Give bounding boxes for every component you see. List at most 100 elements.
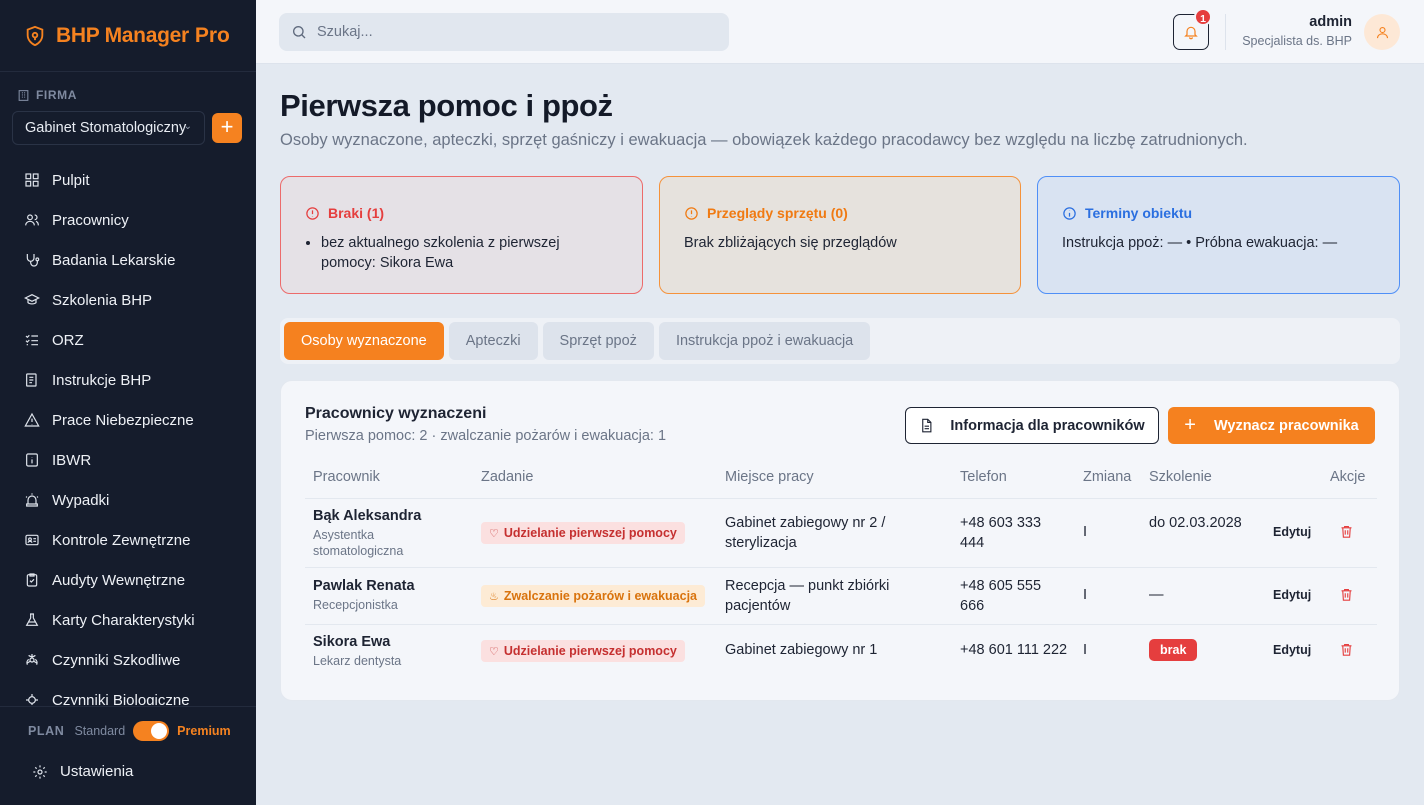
sidebar-item-szkolenia[interactable]: Szkolenia BHP xyxy=(0,280,256,320)
status-badge: brak xyxy=(1149,639,1198,661)
alert-braki: Braki (1) bez aktualnego szkolenia z pie… xyxy=(280,176,643,294)
tab-instrukcja-ppoz[interactable]: Instrukcja ppoż i ewakuacja xyxy=(658,322,871,360)
avatar[interactable] xyxy=(1364,14,1400,50)
sidebar-item-karty[interactable]: Karty Charakterystyki xyxy=(0,600,256,640)
card-subtitle: Pierwsza pomoc: 2 · zwalczanie pożarów i… xyxy=(305,428,667,444)
sidebar-item-label: Pracownicy xyxy=(52,211,129,229)
sidebar-item-kontrole[interactable]: Kontrole Zewnętrzne xyxy=(0,520,256,560)
alert-braki-title-text: Braki (1) xyxy=(328,205,385,221)
task-cell: ♨ Zwalczanie pożarów i ewakuacja xyxy=(481,585,706,607)
training-cell: do 02.03.2028 xyxy=(1149,515,1242,531)
sidebar-item-label: Szkolenia BHP xyxy=(52,291,153,309)
sidebar-item-label: Prace Niebezpieczne xyxy=(52,411,194,429)
phone-cell: +48 603 333 444 xyxy=(960,515,1042,551)
column-header: Akcje xyxy=(1330,469,1366,485)
sidebar-item-badania[interactable]: Badania Lekarskie xyxy=(0,240,256,280)
delete-button[interactable] xyxy=(1339,642,1354,661)
tab-bar: Osoby wyznaczone Apteczki Sprzęt ppoż In… xyxy=(280,318,1400,364)
shift-cell: I xyxy=(1083,524,1088,540)
alert-braki-item: bez aktualnego szkolenia z pierwszej pom… xyxy=(321,233,618,273)
sidebar-item-label: Pulpit xyxy=(52,171,90,189)
heart-icon: ♡ xyxy=(489,527,499,540)
search-input[interactable] xyxy=(317,24,697,40)
shift-cell: I xyxy=(1083,642,1088,658)
table-row: Sikora Ewa Lekarz dentysta ♡ Udzielanie p… xyxy=(305,625,1377,677)
training-cell: brak xyxy=(1149,639,1198,661)
gear-icon xyxy=(33,764,47,779)
column-header: Pracownik xyxy=(313,469,380,485)
company-select[interactable]: Gabinet Stomatologiczny ⌄ xyxy=(12,111,205,145)
employee-cell: Bąk Aleksandra Asystentka stomatologiczn… xyxy=(313,508,463,559)
sidebar-item-pulpit[interactable]: Pulpit xyxy=(0,160,256,200)
edit-button[interactable]: Edytuj xyxy=(1273,525,1311,539)
alert-circle-icon xyxy=(685,206,698,220)
clipboard-check-icon xyxy=(26,573,38,587)
page-title: Pierwsza pomoc i ppoż xyxy=(280,88,613,123)
employee-cell: Sikora Ewa Lekarz dentysta xyxy=(313,634,463,669)
phone-cell: +48 601 111 222 xyxy=(960,642,1068,658)
user-info[interactable]: admin Specjalista ds. BHP xyxy=(1242,14,1352,48)
trash-icon xyxy=(1341,643,1352,656)
grid-icon xyxy=(25,173,39,187)
column-header: Miejsce pracy xyxy=(725,469,814,485)
plan-standard-label: Standard xyxy=(74,724,126,738)
task-badge-label: Zwalczanie pożarów i ewakuacja xyxy=(503,589,698,603)
edit-button[interactable]: Edytuj xyxy=(1273,643,1311,657)
document-list-icon xyxy=(26,373,37,387)
delete-button[interactable] xyxy=(1339,524,1354,543)
edit-button[interactable]: Edytuj xyxy=(1273,588,1311,602)
search-box[interactable] xyxy=(279,13,729,51)
plan-toggle[interactable] xyxy=(133,721,170,741)
sidebar-nav: Pulpit Pracownicy Badania Lekarskie Szko… xyxy=(0,160,256,705)
plan-label: PLAN xyxy=(28,724,65,738)
training-cell: — xyxy=(1149,587,1164,603)
add-designated-employee-button[interactable]: + Wyznacz pracownika xyxy=(1168,407,1375,444)
settings-link[interactable]: Ustawienia xyxy=(32,763,133,780)
plan-toggle-row: PLAN Standard Premium xyxy=(28,721,231,741)
sidebar-item-label: Badania Lekarskie xyxy=(52,251,176,269)
trash-icon xyxy=(1341,525,1352,538)
page-subtitle: Osoby wyznaczone, apteczki, sprzęt gaśni… xyxy=(280,131,1248,149)
sidebar-item-audyty[interactable]: Audyty Wewnętrzne xyxy=(0,560,256,600)
tab-osoby-wyznaczone[interactable]: Osoby wyznaczone xyxy=(284,322,444,360)
shift-cell: I xyxy=(1083,587,1088,603)
sidebar-item-wypadki[interactable]: Wypadki xyxy=(0,480,256,520)
sidebar-item-prace-niebezpieczne[interactable]: Prace Niebezpieczne xyxy=(0,400,256,440)
sidebar-item-czynniki-szkodliwe[interactable]: Czynniki Szkodliwe xyxy=(0,640,256,680)
table-row: Bąk Aleksandra Asystentka stomatologiczn… xyxy=(305,499,1377,568)
employee-info-button[interactable]: Informacja dla pracowników xyxy=(905,407,1159,444)
building-icon xyxy=(18,89,29,101)
sidebar-item-label: Instrukcje BHP xyxy=(52,371,152,389)
search-icon xyxy=(293,26,306,39)
sidebar-item-czynniki-biologiczne[interactable]: Czynniki Biologiczne xyxy=(0,680,256,705)
sidebar-item-ibwr[interactable]: IBWR xyxy=(0,440,256,480)
alert-przeglady-title-text: Przeglądy sprzętu (0) xyxy=(707,205,848,221)
sidebar-item-instrukcje[interactable]: Instrukcje BHP xyxy=(0,360,256,400)
bell-icon xyxy=(1184,26,1198,40)
notifications-button[interactable]: 1 xyxy=(1173,8,1212,50)
alert-terminy-title: Terminy obiektu xyxy=(1062,205,1375,221)
column-header: Zadanie xyxy=(481,469,534,485)
sidebar-item-label: Audyty Wewnętrzne xyxy=(52,571,186,589)
brand[interactable]: BHP Manager Pro xyxy=(0,0,256,72)
tab-sprzet-ppoz[interactable]: Sprzęt ppoż xyxy=(542,322,654,360)
place-cell: Gabinet zabiegowy nr 2 / sterylizacja xyxy=(725,515,886,551)
sidebar-item-orz[interactable]: ORZ xyxy=(0,320,256,360)
employee-cell: Pawlak Renata Recepcjonistka xyxy=(313,578,463,613)
company-select-value: Gabinet Stomatologiczny xyxy=(25,120,187,136)
column-header: Szkolenie xyxy=(1149,469,1212,485)
designated-employees-card: Pracownicy wyznaczeni Pierwsza pomoc: 2 … xyxy=(280,380,1400,701)
phone-cell: +48 605 555 666 xyxy=(960,578,1042,614)
brand-suffix: Pro xyxy=(194,23,230,47)
sidebar-item-label: Wypadki xyxy=(52,491,110,509)
flame-icon: ♨ xyxy=(489,590,499,603)
sidebar-item-pracownicy[interactable]: Pracownicy xyxy=(0,200,256,240)
employee-name: Sikora Ewa xyxy=(313,634,391,650)
task-cell: ♡ Udzielanie pierwszej pomocy xyxy=(481,522,685,544)
employee-name: Bąk Aleksandra xyxy=(313,508,422,524)
alert-terminy: Terminy obiektu Instrukcja ppoż: — • Pró… xyxy=(1037,176,1400,294)
delete-button[interactable] xyxy=(1339,587,1354,606)
tab-apteczki[interactable]: Apteczki xyxy=(448,322,538,360)
add-company-button[interactable]: + xyxy=(212,113,242,143)
employee-role: Asystentka stomatologiczna xyxy=(313,528,404,558)
